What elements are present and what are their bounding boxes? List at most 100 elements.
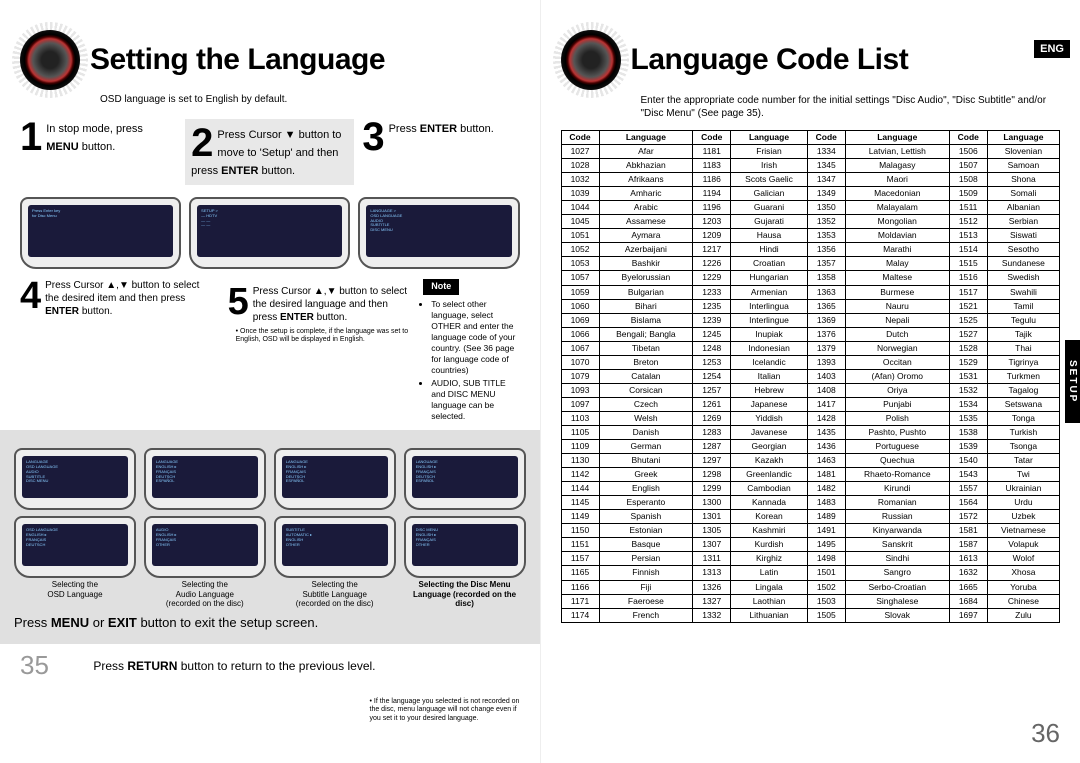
code-cell: 1572 bbox=[949, 510, 987, 524]
language-cell: Macedonian bbox=[845, 187, 949, 201]
language-cell: Lithuanian bbox=[731, 608, 807, 622]
code-cell: 1697 bbox=[949, 608, 987, 622]
step-2: 2 Press Cursor ▼ button to move to 'Setu… bbox=[185, 119, 354, 185]
language-cell: Yoruba bbox=[987, 580, 1059, 594]
language-cell: Gujarati bbox=[731, 215, 807, 229]
code-cell: 1369 bbox=[807, 313, 845, 327]
language-cell: Vietnamese bbox=[987, 524, 1059, 538]
code-cell: 1166 bbox=[561, 580, 599, 594]
code-cell: 1334 bbox=[807, 145, 845, 159]
language-cell: Wolof bbox=[987, 552, 1059, 566]
code-cell: 1307 bbox=[693, 538, 731, 552]
code-cell: 1365 bbox=[807, 299, 845, 313]
code-cell: 1436 bbox=[807, 440, 845, 454]
language-cell: Sesotho bbox=[987, 243, 1059, 257]
code-cell: 1181 bbox=[693, 145, 731, 159]
code-cell: 1327 bbox=[693, 594, 731, 608]
code-cell: 1171 bbox=[561, 594, 599, 608]
code-cell: 1513 bbox=[949, 229, 987, 243]
code-cell: 1532 bbox=[949, 383, 987, 397]
table-row: 1165Finnish1313Latin1501Sangro1632Xhosa bbox=[561, 566, 1060, 580]
language-cell: Russian bbox=[845, 510, 949, 524]
code-cell: 1529 bbox=[949, 355, 987, 369]
tv-screenshot: LANGUAGEOSD LANGUAGEAUDIOSUBTITLEDISC ME… bbox=[14, 448, 136, 510]
table-row: 1045Assamese1203Gujarati1352Mongolian151… bbox=[561, 215, 1060, 229]
language-cell: Norwegian bbox=[845, 341, 949, 355]
language-cell: Catalan bbox=[599, 369, 693, 383]
language-cell: Uzbek bbox=[987, 510, 1059, 524]
code-cell: 1417 bbox=[807, 397, 845, 411]
table-header: Code bbox=[693, 131, 731, 145]
code-cell: 1376 bbox=[807, 327, 845, 341]
code-cell: 1287 bbox=[693, 440, 731, 454]
code-cell: 1093 bbox=[561, 383, 599, 397]
language-cell: Burmese bbox=[845, 285, 949, 299]
language-cell: Quechua bbox=[845, 454, 949, 468]
code-cell: 1305 bbox=[693, 524, 731, 538]
code-cell: 1209 bbox=[693, 229, 731, 243]
language-cell: Serbo-Croatian bbox=[845, 580, 949, 594]
language-cell: Javanese bbox=[731, 425, 807, 439]
language-cell: Bihari bbox=[599, 299, 693, 313]
code-cell: 1052 bbox=[561, 243, 599, 257]
code-cell: 1581 bbox=[949, 524, 987, 538]
code-cell: 1534 bbox=[949, 397, 987, 411]
language-cell: Romanian bbox=[845, 496, 949, 510]
code-cell: 1235 bbox=[693, 299, 731, 313]
code-cell: 1505 bbox=[807, 608, 845, 622]
language-cell: Danish bbox=[599, 425, 693, 439]
table-row: 1109German1287Georgian1436Portuguese1539… bbox=[561, 440, 1060, 454]
language-cell: Kazakh bbox=[731, 454, 807, 468]
language-cell: Hebrew bbox=[731, 383, 807, 397]
code-cell: 1174 bbox=[561, 608, 599, 622]
code-cell: 1353 bbox=[807, 229, 845, 243]
language-cell: Assamese bbox=[599, 215, 693, 229]
language-cell: Azerbaijani bbox=[599, 243, 693, 257]
code-cell: 1217 bbox=[693, 243, 731, 257]
language-cell: Albanian bbox=[987, 201, 1059, 215]
subtitle-right: Enter the appropriate code number for th… bbox=[641, 94, 1061, 120]
code-cell: 1345 bbox=[807, 159, 845, 173]
language-cell: Afar bbox=[599, 145, 693, 159]
code-cell: 1300 bbox=[693, 496, 731, 510]
code-cell: 1521 bbox=[949, 299, 987, 313]
code-cell: 1481 bbox=[807, 468, 845, 482]
left-page: Setting the Language OSD language is set… bbox=[0, 0, 541, 763]
language-cell: Occitan bbox=[845, 355, 949, 369]
table-row: 1070Breton1253Icelandic1393Occitan1529Ti… bbox=[561, 355, 1060, 369]
tv-screenshot: LANGUAGEENGLISH ▸FRANÇAISDEUTSCHESPAÑOL bbox=[144, 448, 266, 510]
code-cell: 1491 bbox=[807, 524, 845, 538]
code-cell: 1183 bbox=[693, 159, 731, 173]
language-cell: Hindi bbox=[731, 243, 807, 257]
speaker-icon bbox=[20, 30, 80, 90]
code-cell: 1257 bbox=[693, 383, 731, 397]
language-cell: Swedish bbox=[987, 271, 1059, 285]
code-cell: 1311 bbox=[693, 552, 731, 566]
language-cell: Armenian bbox=[731, 285, 807, 299]
code-cell: 1044 bbox=[561, 201, 599, 215]
language-cell: Kirundi bbox=[845, 482, 949, 496]
language-cell: Somali bbox=[987, 187, 1059, 201]
table-row: 1144English1299Cambodian1482Kirundi1557U… bbox=[561, 482, 1060, 496]
language-cell: Kinyarwanda bbox=[845, 524, 949, 538]
return-text: Press RETURN button to return to the pre… bbox=[93, 659, 375, 673]
code-cell: 1109 bbox=[561, 440, 599, 454]
tv-screenshot: SUBTITLEAUTOMATIC ▸ENGLISHOTHER bbox=[274, 516, 396, 578]
note-badge: Note bbox=[423, 279, 459, 295]
table-row: 1174French1332Lithuanian1505Slovak1697Zu… bbox=[561, 608, 1060, 622]
language-cell: Swahili bbox=[987, 285, 1059, 299]
language-cell: Tigrinya bbox=[987, 355, 1059, 369]
language-cell: Malay bbox=[845, 257, 949, 271]
speaker-icon bbox=[561, 30, 621, 90]
code-cell: 1326 bbox=[693, 580, 731, 594]
language-cell: Sindhi bbox=[845, 552, 949, 566]
code-cell: 1253 bbox=[693, 355, 731, 369]
code-cell: 1069 bbox=[561, 313, 599, 327]
language-cell: Hausa bbox=[731, 229, 807, 243]
code-cell: 1483 bbox=[807, 496, 845, 510]
code-cell: 1298 bbox=[693, 468, 731, 482]
page-title-right: Language Code List bbox=[631, 43, 909, 77]
step-4: 4 Press Cursor ▲,▼ button to select the … bbox=[20, 279, 214, 424]
table-row: 1052Azerbaijani1217Hindi1356Marathi1514S… bbox=[561, 243, 1060, 257]
right-page: ENG SETUP Language Code List Enter the a… bbox=[541, 0, 1080, 763]
